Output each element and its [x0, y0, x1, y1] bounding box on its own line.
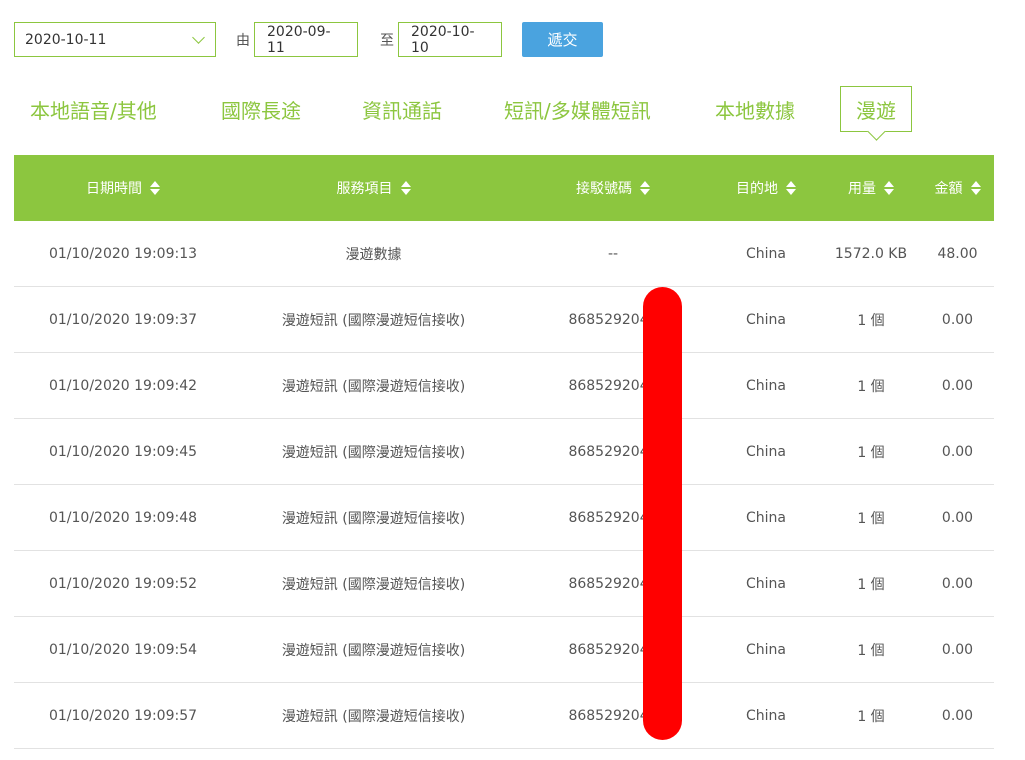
cell-destination: China [746, 707, 786, 724]
table-row: 01/10/2020 19:09:13 漫遊數據 -- China 1572.0… [14, 221, 994, 287]
billing-period-select[interactable]: 2020-10-11 [14, 22, 216, 57]
sort-arrows-icon [640, 181, 650, 195]
cell-datetime: 01/10/2020 19:09:13 [48, 245, 198, 262]
cell-datetime: 01/10/2020 19:09:52 [48, 575, 198, 592]
chevron-down-icon [192, 30, 205, 44]
header-amount-label: 金額 [934, 181, 963, 197]
cell-destination: China [746, 641, 786, 658]
cell-usage: 1 個 [857, 708, 885, 725]
cell-service: 漫遊數據 [345, 246, 402, 263]
usage-tabs: 本地語音/其他 國際長途 資訊通話 短訊/多媒體短訊 本地數據 漫遊 [14, 86, 994, 136]
cell-service: 漫遊短訊 (國際漫遊短信接收) [281, 510, 466, 527]
table-row: 01/10/2020 19:09:52 漫遊短訊 (國際漫遊短信接收) 8685… [14, 551, 994, 617]
cell-datetime: 01/10/2020 19:09:45 [48, 443, 198, 460]
from-date-field[interactable]: 2020-09-11 [254, 22, 358, 57]
sort-arrows-icon [884, 181, 894, 195]
table-row: 01/10/2020 19:09:54 漫遊短訊 (國際漫遊短信接收) 8685… [14, 617, 994, 683]
header-datetime-label: 日期時間 [86, 181, 142, 197]
table-row: 01/10/2020 19:09:45 漫遊短訊 (國際漫遊短信接收) 8685… [14, 419, 994, 485]
cell-destination: China [746, 311, 786, 328]
to-label: 至 [380, 32, 394, 49]
cell-service: 漫遊短訊 (國際漫遊短信接收) [281, 708, 466, 725]
cell-service: 漫遊短訊 (國際漫遊短信接收) [281, 444, 466, 461]
header-destination-label: 目的地 [736, 181, 778, 197]
cell-number: -- [607, 245, 619, 262]
tab-info-call[interactable]: 資訊通話 [362, 86, 442, 132]
table-row: 01/10/2020 19:09:57 漫遊短訊 (國際漫遊短信接收) 8685… [14, 683, 994, 749]
sort-arrows-icon [400, 181, 411, 195]
cell-usage: 1 個 [857, 444, 885, 461]
header-destination[interactable]: 目的地 [711, 155, 821, 221]
cell-datetime: 01/10/2020 19:09:37 [48, 311, 198, 328]
cell-destination: China [746, 245, 786, 262]
tab-local-voice-other[interactable]: 本地語音/其他 [30, 86, 157, 132]
tab-sms-mms[interactable]: 短訊/多媒體短訊 [504, 86, 651, 132]
tab-idd[interactable]: 國際長途 [221, 86, 301, 132]
cell-destination: China [746, 509, 786, 526]
cell-usage: 1 個 [857, 576, 885, 593]
sort-arrows-icon [970, 181, 981, 195]
header-service[interactable]: 服務項目 [232, 155, 515, 221]
table-row: 01/10/2020 19:09:37 漫遊短訊 (國際漫遊短信接收) 8685… [14, 287, 994, 353]
header-usage-label: 用量 [848, 181, 876, 197]
cell-usage: 1572.0 KB [834, 245, 908, 262]
table-row: 01/10/2020 19:09:48 漫遊短訊 (國際漫遊短信接收) 8685… [14, 485, 994, 551]
redaction-mark [643, 287, 682, 740]
header-number-label: 接駁號碼 [576, 181, 632, 197]
tab-roaming[interactable]: 漫遊 [840, 86, 912, 132]
cell-datetime: 01/10/2020 19:09:57 [48, 707, 198, 724]
cell-amount: 0.00 [941, 707, 974, 724]
cell-amount: 0.00 [941, 311, 974, 328]
cell-usage: 1 個 [857, 378, 885, 395]
submit-button[interactable]: 遞交 [522, 22, 603, 57]
tab-local-data[interactable]: 本地數據 [715, 86, 795, 132]
cell-usage: 1 個 [857, 510, 885, 527]
cell-amount: 0.00 [941, 575, 974, 592]
cell-datetime: 01/10/2020 19:09:48 [48, 509, 198, 526]
cell-destination: China [746, 443, 786, 460]
cell-amount: 0.00 [941, 443, 974, 460]
billing-period-value: 2020-10-11 [25, 31, 107, 48]
sort-arrows-icon [786, 181, 796, 195]
cell-amount: 0.00 [941, 641, 974, 658]
cell-service: 漫遊短訊 (國際漫遊短信接收) [281, 378, 466, 395]
header-amount[interactable]: 金額 [921, 155, 994, 221]
header-usage[interactable]: 用量 [821, 155, 921, 221]
from-label: 由 [236, 32, 250, 49]
cell-usage: 1 個 [857, 312, 885, 329]
cell-amount: 0.00 [941, 509, 974, 526]
cell-destination: China [746, 377, 786, 394]
table-row: 01/10/2020 19:09:42 漫遊短訊 (國際漫遊短信接收) 8685… [14, 353, 994, 419]
table-header: 日期時間 服務項目 接駁號碼 目的地 用量 金額 [14, 155, 994, 221]
cell-service: 漫遊短訊 (國際漫遊短信接收) [281, 642, 466, 659]
usage-table: 日期時間 服務項目 接駁號碼 目的地 用量 金額 01/10/2020 19:0… [14, 155, 994, 749]
cell-usage: 1 個 [857, 642, 885, 659]
cell-datetime: 01/10/2020 19:09:42 [48, 377, 198, 394]
cell-service: 漫遊短訊 (國際漫遊短信接收) [281, 576, 466, 593]
cell-amount: 0.00 [941, 377, 974, 394]
cell-service: 漫遊短訊 (國際漫遊短信接收) [281, 312, 466, 329]
header-number[interactable]: 接駁號碼 [515, 155, 711, 221]
header-datetime[interactable]: 日期時間 [14, 155, 232, 221]
to-date-field[interactable]: 2020-10-10 [398, 22, 502, 57]
header-service-label: 服務項目 [336, 181, 393, 197]
sort-arrows-icon [150, 181, 160, 195]
cell-datetime: 01/10/2020 19:09:54 [48, 641, 198, 658]
filter-bar: 2020-10-11 由 2020-09-11 至 2020-10-10 遞交 [14, 22, 603, 57]
cell-amount: 48.00 [937, 245, 978, 262]
cell-destination: China [746, 575, 786, 592]
